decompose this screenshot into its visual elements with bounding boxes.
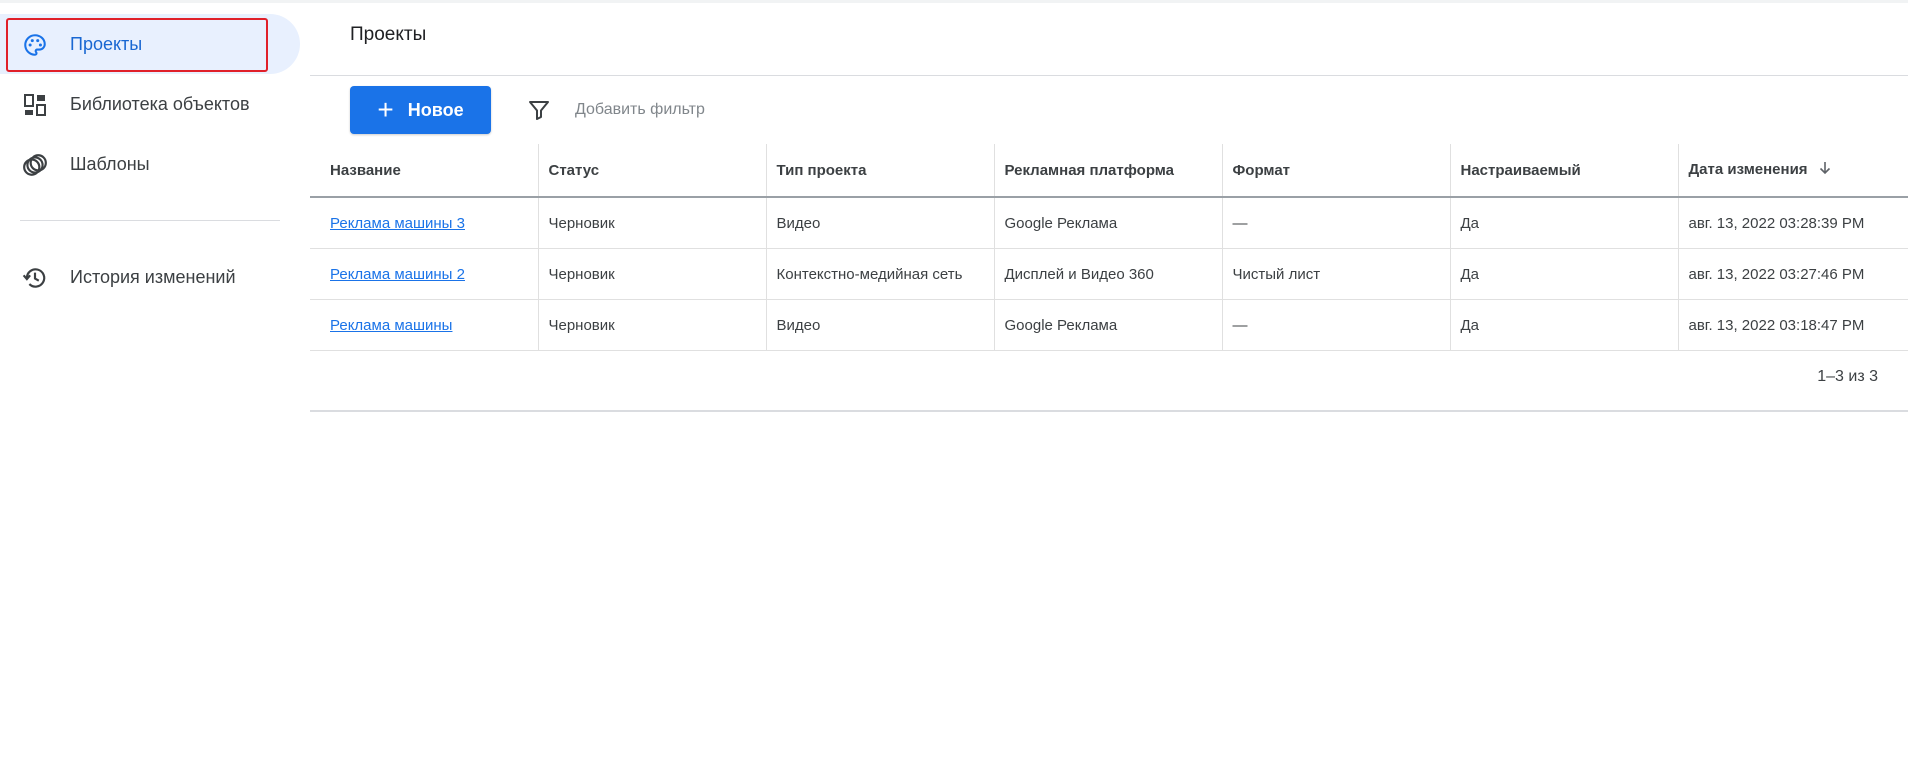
page-title: Проекты bbox=[350, 24, 427, 45]
toolbar: + Новое Добавить фильтр bbox=[350, 86, 705, 134]
table-header-row: Название Статус Тип проекта Рекламная пл… bbox=[310, 144, 1908, 198]
cell-name: Реклама машины bbox=[310, 299, 539, 351]
column-header-project-type[interactable]: Тип проекта bbox=[766, 144, 995, 198]
column-header-customizable[interactable]: Настраиваемый bbox=[1450, 144, 1679, 198]
new-button[interactable]: + Новое bbox=[350, 86, 491, 134]
cell-format: — bbox=[1222, 197, 1451, 249]
template-icon bbox=[21, 151, 49, 179]
filter-icon[interactable] bbox=[525, 96, 553, 124]
sidebar-item-projects[interactable]: Проекты bbox=[0, 14, 300, 74]
cell-modified-date: авг. 13, 2022 03:27:46 PM bbox=[1678, 248, 1908, 300]
cell-ad-platform: Дисплей и Видео 360 bbox=[994, 248, 1223, 300]
cell-status: Черновик bbox=[538, 299, 767, 351]
new-button-label: Новое bbox=[407, 99, 464, 120]
cell-modified-date: авг. 13, 2022 03:28:39 PM bbox=[1678, 197, 1908, 249]
table-row[interactable]: Реклама машины 3 Черновик Видео Google Р… bbox=[310, 197, 1908, 249]
sidebar-item-change-history[interactable]: История изменений bbox=[0, 247, 300, 307]
sidebar-divider bbox=[20, 220, 280, 221]
sidebar-item-templates[interactable]: Шаблоны bbox=[0, 134, 300, 194]
cell-ad-platform: Google Реклама bbox=[994, 299, 1223, 351]
sidebar-item-object-library[interactable]: Библиотека объектов bbox=[0, 74, 300, 134]
cell-format: — bbox=[1222, 299, 1451, 351]
cell-name: Реклама машины 3 bbox=[310, 197, 539, 249]
cell-project-type: Видео bbox=[766, 197, 995, 249]
history-icon bbox=[21, 264, 49, 292]
cell-project-type: Контекстно-медийная сеть bbox=[766, 248, 995, 300]
cell-name: Реклама машины 2 bbox=[310, 248, 539, 300]
project-link[interactable]: Реклама машины bbox=[330, 317, 452, 334]
column-header-modified-date[interactable]: Дата изменения bbox=[1678, 144, 1908, 198]
main-content: Проекты + Новое Добавить фильтр Название… bbox=[310, 0, 1908, 770]
sidebar: Проекты Библиотека объектов Шаблоны Исто… bbox=[0, 14, 300, 307]
sidebar-item-label: Проекты bbox=[70, 33, 143, 54]
sidebar-item-label: История изменений bbox=[70, 266, 236, 287]
cell-format: Чистый лист bbox=[1222, 248, 1451, 300]
arrow-down-icon bbox=[1818, 161, 1832, 179]
projects-table: Название Статус Тип проекта Рекламная пл… bbox=[310, 144, 1908, 351]
column-header-name[interactable]: Название bbox=[310, 144, 539, 198]
dashboard-icon bbox=[21, 91, 49, 119]
cell-status: Черновик bbox=[538, 197, 767, 249]
column-header-ad-platform[interactable]: Рекламная платформа bbox=[994, 144, 1223, 198]
cell-customizable: Да bbox=[1450, 248, 1679, 300]
sidebar-item-label: Библиотека объектов bbox=[70, 93, 250, 114]
table-row[interactable]: Реклама машины Черновик Видео Google Рек… bbox=[310, 299, 1908, 351]
pagination-info: 1–3 из 3 bbox=[1817, 368, 1878, 385]
sidebar-item-label: Шаблоны bbox=[70, 153, 150, 174]
cell-customizable: Да bbox=[1450, 299, 1679, 351]
cell-modified-date: авг. 13, 2022 03:18:47 PM bbox=[1678, 299, 1908, 351]
palette-icon bbox=[21, 31, 49, 59]
cell-customizable: Да bbox=[1450, 197, 1679, 249]
project-link[interactable]: Реклама машины 2 bbox=[330, 266, 465, 283]
column-header-label: Дата изменения bbox=[1688, 160, 1808, 178]
add-filter-link[interactable]: Добавить фильтр bbox=[575, 101, 705, 119]
header-divider bbox=[310, 75, 1908, 76]
table-row[interactable]: Реклама машины 2 Черновик Контекстно-мед… bbox=[310, 248, 1908, 300]
column-header-format[interactable]: Формат bbox=[1222, 144, 1451, 198]
table-bottom-divider bbox=[310, 410, 1908, 412]
plus-icon: + bbox=[377, 94, 394, 125]
project-link[interactable]: Реклама машины 3 bbox=[330, 215, 465, 232]
cell-status: Черновик bbox=[538, 248, 767, 300]
cell-project-type: Видео bbox=[766, 299, 995, 351]
column-header-status[interactable]: Статус bbox=[538, 144, 767, 198]
cell-ad-platform: Google Реклама bbox=[994, 197, 1223, 249]
